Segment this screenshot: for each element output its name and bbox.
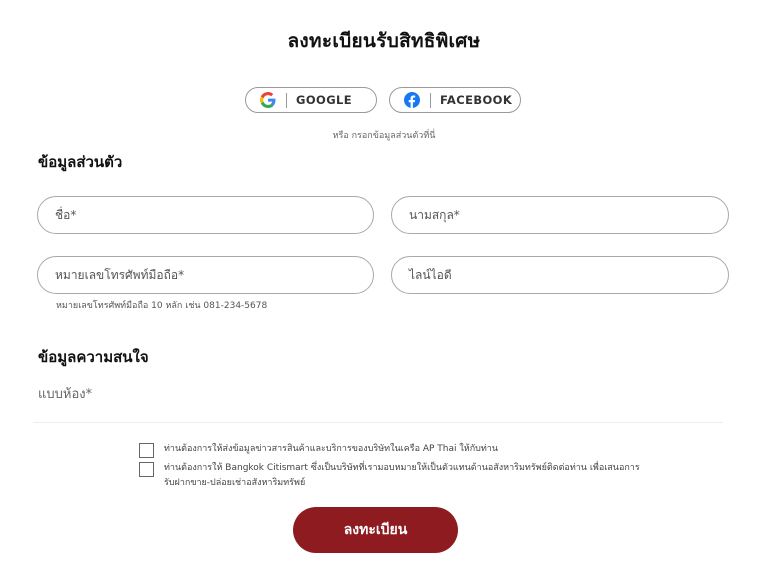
or-text: หรือ กรอกข้อมูลส่วนตัวที่นี่ xyxy=(332,131,436,141)
first-name-field[interactable]: ชื่อ* xyxy=(37,196,374,234)
page-title: ลงทะเบียนรับสิทธิพิเศษ xyxy=(287,30,481,52)
consent-row-1: ท่านต้องการให้ส่งข้อมูลข่าวสารสินค้าและบ… xyxy=(139,442,644,458)
separator xyxy=(286,92,287,108)
personal-info-heading: ข้อมูลส่วนตัว xyxy=(38,153,123,171)
facebook-login-button[interactable]: FACEBOOK xyxy=(389,87,521,113)
phone-hint: หมายเลขโทรศัพท์มือถือ 10 หลัก เช่น 081-2… xyxy=(56,301,268,311)
facebook-icon xyxy=(404,92,420,108)
consent-text-2: ท่านต้องการให้ Bangkok Citismart ซึ่งเป็… xyxy=(164,463,640,488)
google-icon xyxy=(260,92,276,108)
room-type-select[interactable]: แบบห้อง* xyxy=(38,383,92,404)
consent-checkbox-1[interactable] xyxy=(139,443,154,458)
divider xyxy=(33,422,723,423)
consent-row-2: ท่านต้องการให้ Bangkok Citismart ซึ่งเป็… xyxy=(139,461,644,491)
last-name-field[interactable]: นามสกุล* xyxy=(391,196,729,234)
consent-checkbox-2[interactable] xyxy=(139,462,154,477)
google-login-button[interactable]: GOOGLE xyxy=(245,87,377,113)
google-label: GOOGLE xyxy=(296,93,353,107)
register-button[interactable]: ลงทะเบียน xyxy=(293,507,458,553)
line-id-field[interactable]: ไลน์ไอดี xyxy=(391,256,729,294)
consent-text-1: ท่านต้องการให้ส่งข้อมูลข่าวสารสินค้าและบ… xyxy=(164,444,498,454)
facebook-label: FACEBOOK xyxy=(440,93,513,107)
phone-field[interactable]: หมายเลขโทรศัพท์มือถือ* xyxy=(37,256,374,294)
separator xyxy=(430,92,431,108)
interest-heading: ข้อมูลความสนใจ xyxy=(38,348,149,366)
